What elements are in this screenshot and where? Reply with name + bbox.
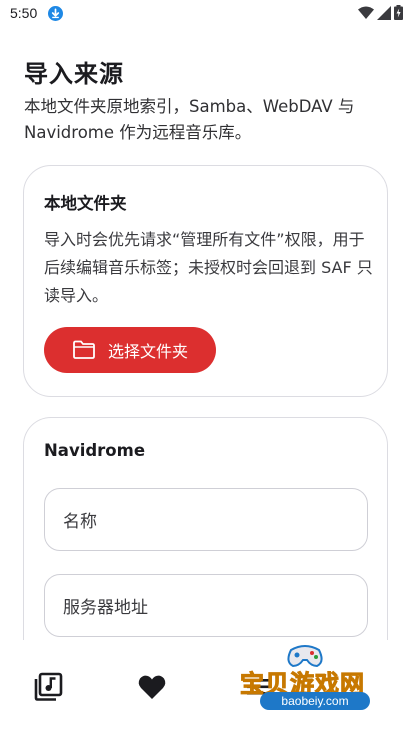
name-input-placeholder: 名称 [63, 512, 97, 532]
wifi-icon [358, 6, 374, 19]
local-folder-card: 本地文件夹 导入时会优先请求“管理所有文件”权限，用于后续编辑音乐标签；未授权时… [23, 165, 388, 397]
choose-folder-label: 选择文件夹 [108, 342, 189, 361]
server-address-placeholder: 服务器地址 [63, 598, 148, 618]
server-address-input[interactable]: 服务器地址 [44, 574, 368, 637]
download-notification-icon [48, 6, 63, 21]
battery-icon [394, 5, 403, 20]
watermark-url: baobeiy.com [260, 692, 370, 710]
cell-signal-icon [377, 5, 391, 20]
status-bar: 5:50 [0, 0, 411, 28]
page-subtitle: 本地文件夹原地索引，Samba、WebDAV 与 Navidrome 作为远程音… [24, 97, 355, 142]
local-folder-description: 导入时会优先请求“管理所有文件”权限，用于后续编辑音乐标签；未授权时会回退到 S… [44, 230, 373, 305]
music-library-icon[interactable] [33, 672, 63, 702]
choose-folder-button[interactable]: 选择文件夹 [44, 327, 216, 373]
local-folder-title: 本地文件夹 [44, 194, 127, 213]
status-time: 5:50 [10, 5, 38, 21]
heart-icon[interactable] [137, 672, 167, 702]
navidrome-card: Navidrome 名称 服务器地址 [23, 417, 388, 657]
folder-icon [73, 340, 95, 359]
name-input[interactable]: 名称 [44, 488, 368, 551]
watermark-logo: 宝贝游戏网 baobeiy.com [230, 640, 400, 720]
navidrome-title: Navidrome [44, 441, 146, 460]
page-title: 导入来源 [24, 60, 124, 88]
